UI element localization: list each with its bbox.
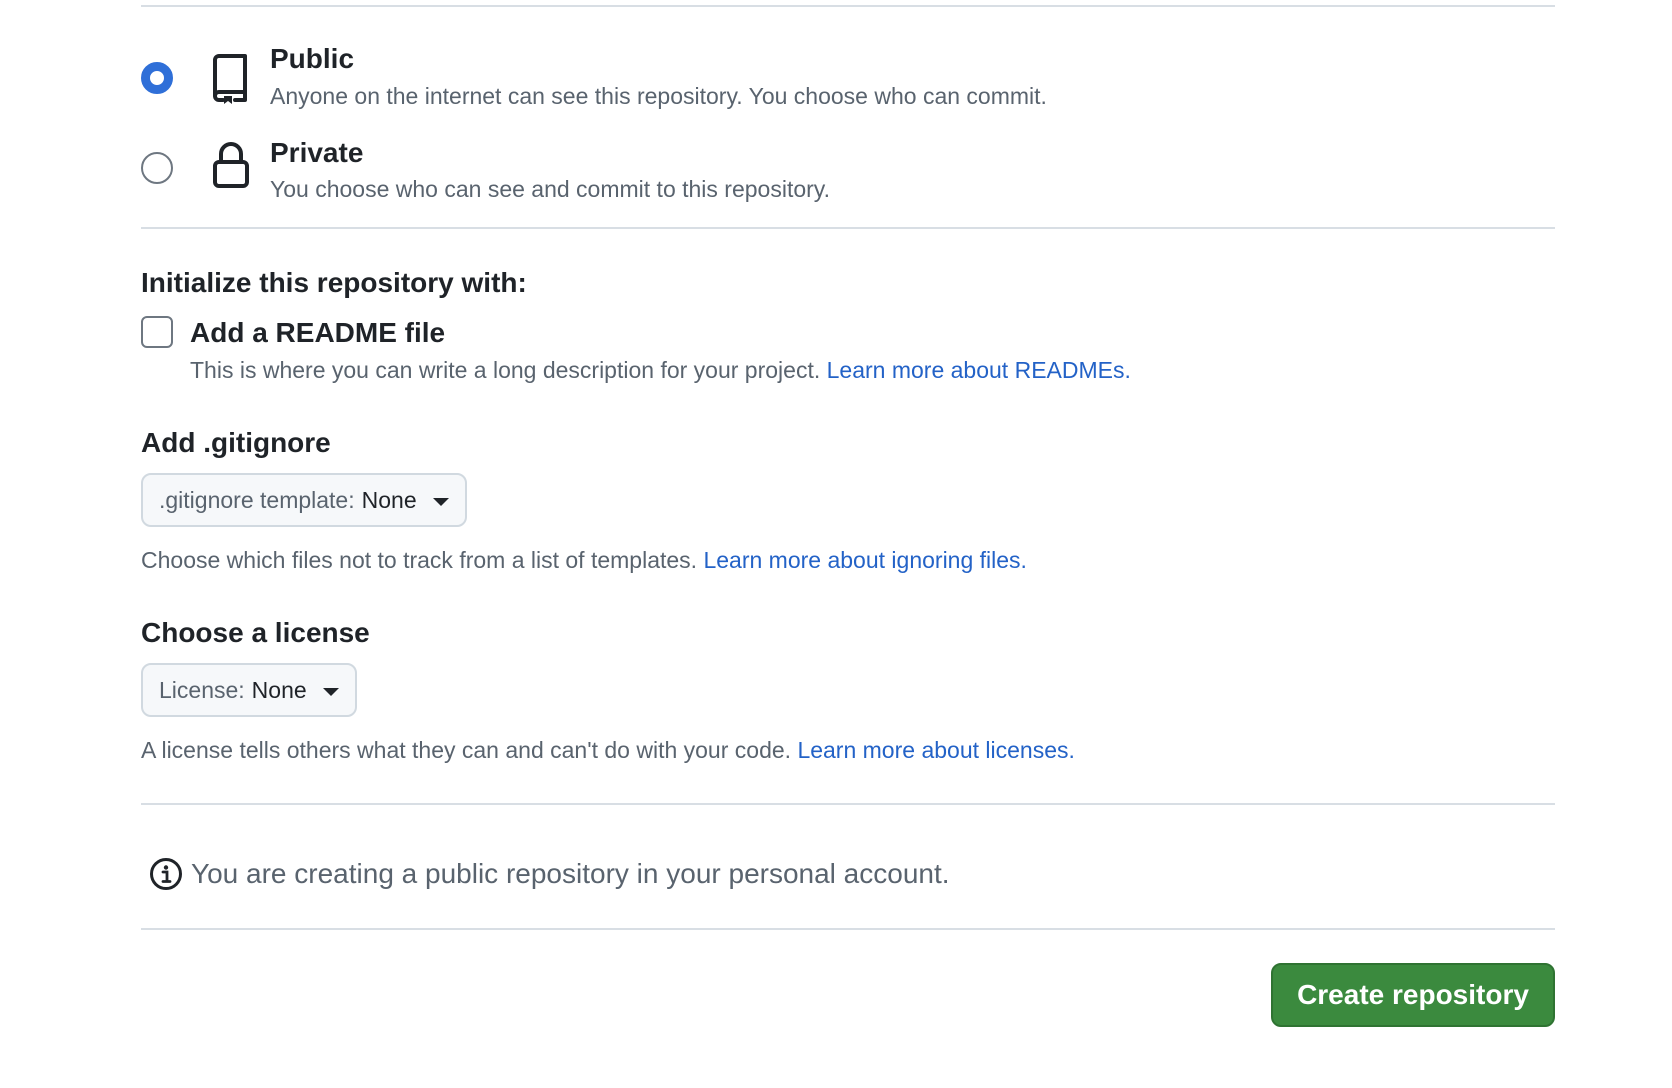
gitignore-select-prefix: .gitignore template: xyxy=(159,486,355,513)
license-help-text: A license tells others what they can and… xyxy=(141,737,792,763)
public-repo-notice: You are creating a public repository in … xyxy=(149,857,950,891)
license-learn-more-link[interactable]: Learn more about licenses. xyxy=(797,737,1074,763)
license-select-value: None xyxy=(251,676,307,703)
divider-visibility xyxy=(141,227,1555,229)
readme-learn-more-link[interactable]: Learn more about READMEs. xyxy=(827,357,1131,383)
gitignore-template-select[interactable]: .gitignore template: None xyxy=(141,473,467,527)
readme-label[interactable]: Add a README file xyxy=(190,317,445,349)
radio-public[interactable] xyxy=(141,62,173,94)
repo-icon xyxy=(209,52,253,104)
gitignore-heading: Add .gitignore xyxy=(141,427,331,458)
notice-text: You are creating a public repository in … xyxy=(191,858,950,889)
visibility-option-private[interactable]: Private You choose who can see and commi… xyxy=(141,132,1555,212)
visibility-option-public[interactable]: Public Anyone on the internet can see th… xyxy=(141,40,1555,120)
visibility-title-public: Public xyxy=(270,43,355,74)
lock-icon xyxy=(209,140,253,192)
gitignore-learn-more-link[interactable]: Learn more about ignoring files. xyxy=(703,547,1026,573)
license-help: A license tells others what they can and… xyxy=(141,737,1075,764)
license-select[interactable]: License: None xyxy=(141,663,357,717)
create-repository-button[interactable]: Create repository xyxy=(1271,963,1555,1027)
readme-help: This is where you can write a long descr… xyxy=(190,357,1131,384)
initialize-heading: Initialize this repository with: xyxy=(141,267,527,298)
radio-private[interactable] xyxy=(141,152,173,184)
readme-help-text: This is where you can write a long descr… xyxy=(190,357,821,383)
divider-top xyxy=(141,5,1555,7)
gitignore-help: Choose which files not to track from a l… xyxy=(141,547,1027,574)
caret-down-icon xyxy=(432,497,449,506)
license-heading: Choose a license xyxy=(141,617,370,648)
divider-license xyxy=(141,803,1555,805)
divider-notice xyxy=(141,928,1555,930)
readme-checkbox[interactable] xyxy=(141,316,173,348)
gitignore-help-text: Choose which files not to track from a l… xyxy=(141,547,698,573)
gitignore-select-value: None xyxy=(361,486,417,513)
visibility-description-private: You choose who can see and commit to thi… xyxy=(270,176,830,202)
info-icon xyxy=(150,858,182,890)
caret-down-icon xyxy=(322,687,339,696)
visibility-description-public: Anyone on the internet can see this repo… xyxy=(270,83,1047,109)
license-select-prefix: License: xyxy=(159,676,245,703)
visibility-title-private: Private xyxy=(270,137,364,168)
